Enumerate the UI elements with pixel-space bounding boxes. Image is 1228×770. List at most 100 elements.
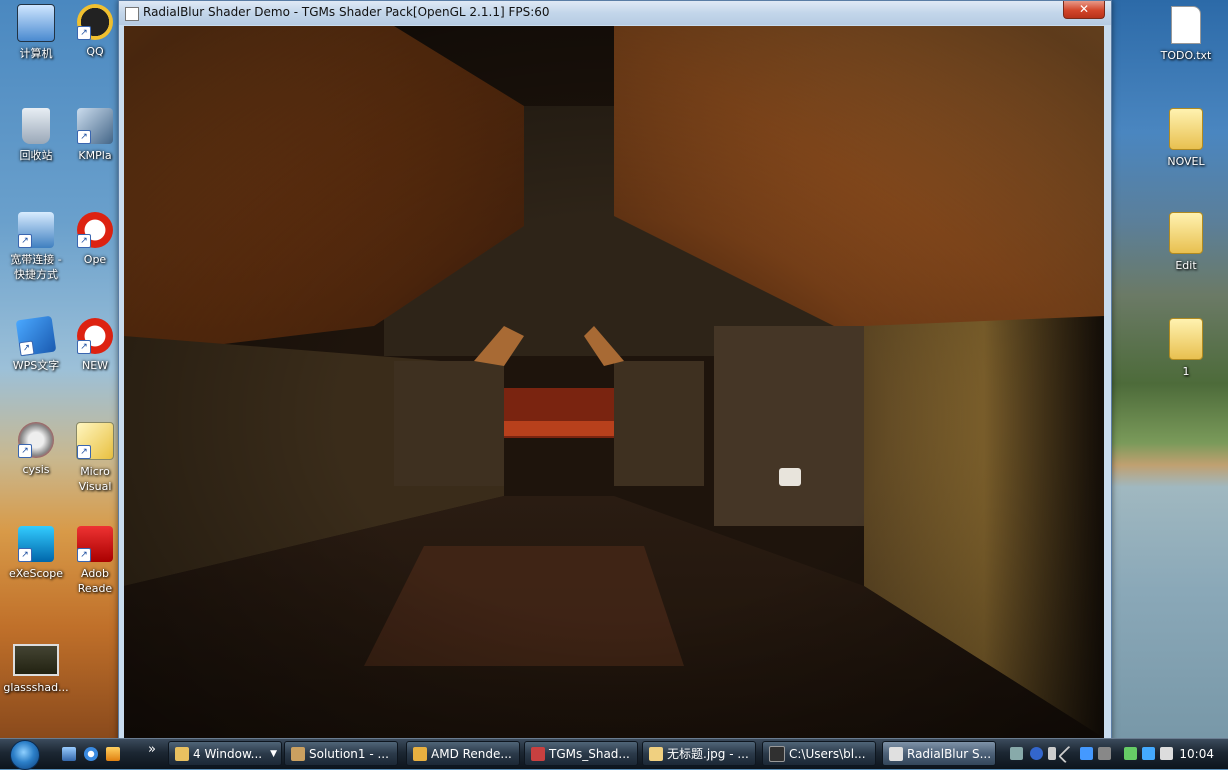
desktop-icon-qq[interactable]: ↗ QQ: [70, 4, 120, 59]
desktop-icon-label: cysis: [22, 463, 50, 476]
desktop-icon-label: eXeScope: [8, 567, 64, 580]
taskbar-button-windows-group[interactable]: 4 Window... ▼: [168, 741, 282, 766]
desktop-icon-cysis[interactable]: ↗ cysis: [0, 422, 72, 477]
app-window: RadialBlur Shader Demo - TGMs Shader Pac…: [118, 0, 1112, 742]
taskbar-button-untitled-jpg[interactable]: 无标题.jpg - ...: [642, 741, 756, 766]
desktop-icon-recycle-bin[interactable]: 回收站: [0, 108, 72, 163]
desktop-icon-label: glassshad...: [3, 681, 69, 694]
desktop-icon-novel[interactable]: NOVEL: [1150, 108, 1222, 169]
desktop-icon-label: NEW: [81, 359, 109, 372]
desktop-icon-label: 宽带连接 -: [10, 253, 62, 266]
help-icon[interactable]: [1030, 747, 1043, 760]
penguin-icon: ↗: [77, 4, 113, 40]
desktop-icon-computer[interactable]: 计算机: [0, 4, 72, 61]
window-titlebar[interactable]: RadialBlur Shader Demo - TGMs Shader Pac…: [119, 1, 1111, 25]
windows-logo-icon: [10, 740, 40, 770]
internet-explorer-icon[interactable]: [84, 747, 98, 761]
tray-toggle-icon[interactable]: [1048, 747, 1056, 760]
shortcut-arrow-icon: ↗: [18, 340, 35, 357]
shortcut-arrow-icon: ↗: [77, 445, 91, 459]
desktop-icon-todo[interactable]: TODO.txt: [1150, 6, 1222, 63]
wps-writer-icon: ↗: [15, 315, 57, 357]
connection-icon[interactable]: [1142, 747, 1155, 760]
show-desktop-icon[interactable]: [62, 747, 76, 761]
volume-icon[interactable]: [1160, 747, 1173, 760]
shortcut-arrow-icon: ↗: [18, 548, 32, 562]
3d-scene-render: [124, 26, 1104, 738]
taskbar-button-label: RadialBlur S...: [907, 747, 992, 761]
desktop-icon-glassshader[interactable]: glassshad...: [0, 644, 72, 695]
desktop-icon-label: KMPla: [78, 149, 112, 162]
taskbar-button-solution1[interactable]: Solution1 - ...: [284, 741, 398, 766]
close-button[interactable]: ✕: [1063, 1, 1105, 19]
taskbar-button-amd-render[interactable]: AMD Rende...: [406, 741, 520, 766]
folder-icon: [1169, 212, 1203, 254]
opera-icon: ↗: [77, 212, 113, 248]
input-method-icon[interactable]: [1098, 747, 1111, 760]
shortcut-arrow-icon: ↗: [77, 26, 91, 40]
chevron-left-icon[interactable]: [1058, 745, 1076, 764]
clock[interactable]: 10:04: [1179, 747, 1214, 761]
text-file-icon: [1171, 6, 1201, 44]
desktop-icon-label: Edit: [1175, 259, 1197, 272]
desktop-icon-edit[interactable]: Edit: [1150, 212, 1222, 273]
network-tray-icon[interactable]: [1080, 747, 1093, 760]
quicklaunch-overflow-icon[interactable]: »: [148, 742, 156, 757]
taskbar-button-tgms-shader[interactable]: TGMs_Shad...: [524, 741, 638, 766]
desktop-icon-visual-studio[interactable]: ↗ Micro Visual: [70, 422, 120, 494]
folder-icon: [1169, 108, 1203, 150]
system-tray: 10:04: [1002, 740, 1228, 768]
pdf-icon: ↗: [77, 526, 113, 562]
image-thumbnail-icon: [13, 644, 59, 676]
desktop-icon-folder-1[interactable]: 1: [1150, 318, 1222, 379]
shortcut-arrow-icon: ↗: [77, 234, 91, 248]
taskbar-button-label: 无标题.jpg - ...: [667, 747, 749, 761]
desktop-icon-label: Adob: [80, 567, 110, 580]
security-icon[interactable]: [1124, 747, 1137, 760]
desktop-icon-label: Visual: [78, 480, 112, 493]
shortcut-arrow-icon: ↗: [18, 234, 32, 248]
shortcut-arrow-icon: ↗: [77, 130, 91, 144]
desktop-icon-exescope[interactable]: ↗ eXeScope: [0, 526, 72, 581]
visual-studio-icon: ↗: [76, 422, 114, 460]
app-window-icon: [889, 746, 903, 761]
shortcut-arrow-icon: ↗: [18, 444, 32, 458]
desktop-icon-label: 快捷方式: [14, 268, 58, 281]
taskbar-button-label: Solution1 - ...: [309, 747, 389, 761]
desktop-icon-broadband[interactable]: ↗ 宽带连接 - 快捷方式: [0, 212, 72, 282]
media-player-icon: ↗: [77, 108, 113, 144]
keyboard-icon[interactable]: [1010, 747, 1023, 760]
desktop-icon-label: 计算机: [19, 47, 53, 60]
recycle-bin-icon: [22, 108, 50, 144]
window-right-border: [1106, 26, 1111, 738]
media-player-quicklaunch-icon[interactable]: [106, 747, 120, 761]
taskbar-button-command-prompt[interactable]: C:\Users\bl...: [762, 741, 876, 766]
desktop-icon-label: 回收站: [19, 149, 53, 162]
render-viewport[interactable]: [124, 26, 1104, 738]
taskbar-button-label: 4 Window...: [193, 747, 263, 761]
archive-icon: [531, 746, 545, 761]
game-icon: ↗: [18, 422, 54, 458]
desktop-icon-label: Micro: [80, 465, 110, 478]
taskbar-button-label: AMD Rende...: [431, 747, 512, 761]
desktop-icon-new[interactable]: ↗ NEW: [70, 318, 120, 373]
desktop-icon-wps[interactable]: ↗ WPS文字: [0, 315, 72, 373]
desktop-icon-kmplayer[interactable]: ↗ KMPla: [70, 108, 120, 163]
start-button[interactable]: [8, 739, 44, 770]
paint-icon: [649, 746, 663, 761]
shortcut-arrow-icon: ↗: [77, 340, 91, 354]
folder-icon: [175, 746, 189, 761]
desktop-icon-label: QQ: [86, 45, 104, 58]
taskbar-button-radialblur[interactable]: RadialBlur S...: [882, 741, 996, 766]
amd-icon: [413, 746, 427, 761]
visual-studio-icon: [291, 746, 305, 761]
desktop-icon-label: TODO.txt: [1160, 49, 1212, 62]
desktop-icon-label: NOVEL: [1167, 155, 1205, 168]
network-icon: ↗: [18, 212, 54, 248]
window-title: RadialBlur Shader Demo - TGMs Shader Pac…: [143, 5, 550, 19]
window-app-icon: [125, 7, 139, 21]
chevron-down-icon: ▼: [270, 749, 277, 759]
desktop-icon-adobe-reader[interactable]: ↗ Adob Reade: [70, 526, 120, 596]
opera-icon: ↗: [77, 318, 113, 354]
desktop-icon-opera[interactable]: ↗ Ope: [70, 212, 120, 267]
